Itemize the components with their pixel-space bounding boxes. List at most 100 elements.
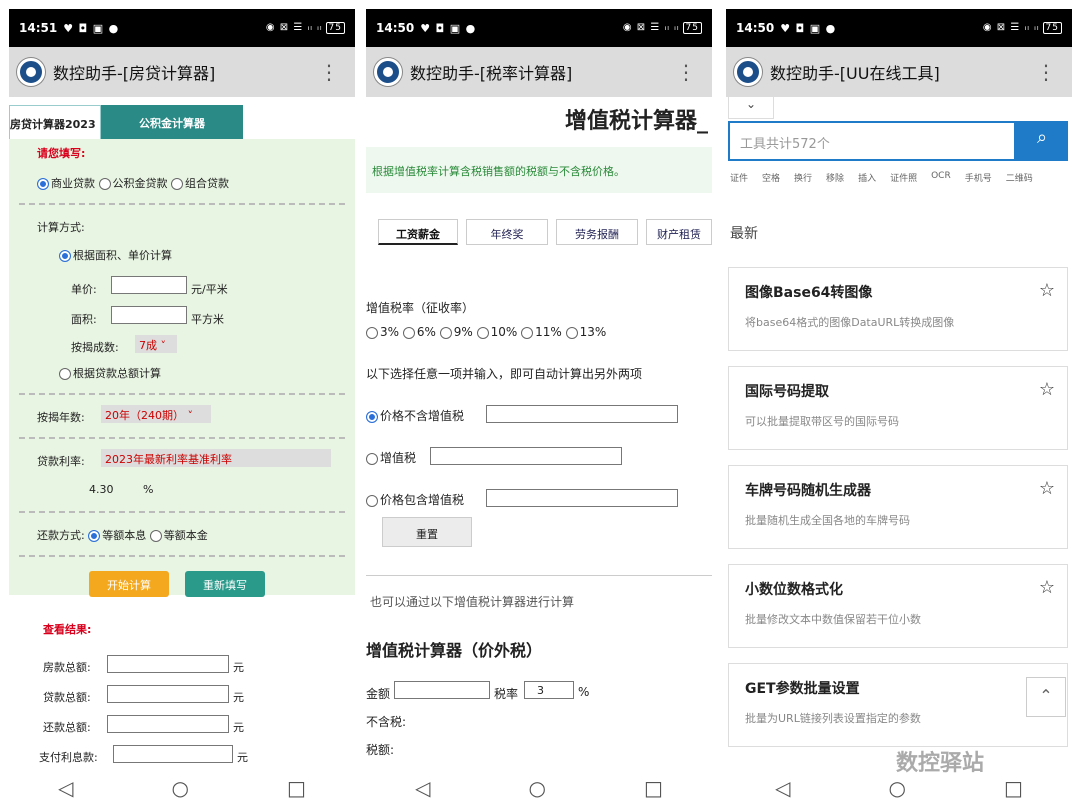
rate-option-label: 10% (490, 325, 518, 339)
tag[interactable]: 手机号 (965, 171, 992, 184)
back-to-top-icon[interactable]: ⌃ (1026, 677, 1066, 717)
radio-rate[interactable] (521, 326, 534, 339)
more-menu-icon[interactable]: ⋮ (1036, 62, 1056, 82)
card-title: 小数位数格式化 (745, 582, 843, 598)
yuan-unit: 元 (233, 661, 244, 674)
radio-combined[interactable] (171, 178, 183, 190)
section-heading: 增值税计算器（价外税） (366, 641, 543, 660)
radio-equal-principal[interactable] (149, 530, 162, 542)
loan-total-output (107, 685, 229, 703)
by-total-label: 根据贷款总额计算 (73, 367, 161, 380)
opt-price-in: 价格包含增值税 (366, 491, 464, 508)
radio-tax[interactable] (366, 452, 378, 465)
tool-card[interactable]: 图像Base64转图像 将base64格式的图像DataURL转换成图像 ☆ (728, 267, 1068, 351)
tax-input[interactable] (430, 447, 622, 465)
tab-bonus[interactable]: 年终奖 (466, 219, 548, 245)
home-icon[interactable]: ○ (889, 776, 906, 800)
search-input[interactable]: 工具共计572个 (728, 121, 1016, 161)
tab-mortgage[interactable]: 房贷计算器2023 (9, 105, 101, 139)
status-time: 14:51 (19, 21, 58, 35)
more-menu-icon[interactable]: ⋮ (676, 62, 696, 82)
status-time: 14:50 (736, 21, 775, 35)
loan-type-label: 公积金贷款 (112, 177, 168, 190)
radio-equal-installment[interactable] (88, 530, 101, 542)
radio-rate[interactable] (565, 326, 578, 339)
radio-price-in[interactable] (366, 494, 378, 507)
app-bar: 数控助手-[房贷计算器] ⋮ (9, 47, 355, 97)
radio-by-area[interactable] (59, 250, 71, 262)
recents-icon[interactable]: □ (1004, 776, 1023, 800)
tool-card[interactable]: 小数位数格式化批量修改文本中数值保留若干位小数 ☆ (728, 564, 1068, 648)
divider (366, 575, 712, 576)
tax-label: 税额: (366, 743, 395, 757)
tag[interactable]: 空格 (762, 171, 780, 184)
tab-labor[interactable]: 劳务报酬 (556, 219, 638, 245)
tag[interactable]: 移除 (826, 171, 844, 184)
years-select[interactable]: 20年（240期） ˅ (101, 405, 211, 423)
down-payment-select[interactable]: 7成 ˅ (135, 335, 177, 353)
price-in-input[interactable] (486, 489, 678, 507)
card-desc: 批量修改文本中数值保留若干位小数 (745, 613, 921, 626)
radio-by-total[interactable] (59, 368, 71, 380)
tag[interactable]: 证件照 (890, 171, 917, 184)
star-icon[interactable]: ☆ (1039, 280, 1055, 301)
loan-type-label: 组合贷款 (185, 177, 229, 190)
back-icon[interactable]: ◁ (58, 776, 73, 800)
rate2-input[interactable]: 3 (524, 681, 574, 699)
back-icon[interactable]: ◁ (775, 776, 790, 800)
divider (19, 555, 345, 557)
down-payment-value: 7成 (139, 339, 157, 352)
opt-label: 价格包含增值税 (380, 493, 465, 507)
radio-provident[interactable] (98, 178, 111, 190)
radio-rate[interactable] (439, 326, 452, 339)
tag[interactable]: 换行 (794, 171, 812, 184)
radio-rate[interactable] (476, 326, 489, 339)
recents-icon[interactable]: □ (644, 776, 663, 800)
tab-provident-fund[interactable]: 公积金计算器 (101, 105, 243, 139)
repay-option-label: 等额本息 (102, 529, 147, 542)
chevron-down-icon[interactable]: ⌄ (728, 97, 774, 119)
card-title: 车牌号码随机生成器 (745, 483, 871, 499)
amount-input[interactable] (394, 681, 490, 699)
area-input[interactable] (111, 306, 187, 324)
divider (19, 437, 345, 439)
tool-card[interactable]: 车牌号码随机生成器 批量随机生成全国各地的车牌号码 ☆ (728, 465, 1068, 549)
radio-rate[interactable] (366, 326, 378, 339)
tool-card[interactable]: 国际号码提取 可以批量提取带区号的国际号码 ☆ (728, 366, 1068, 450)
start-calc-button[interactable]: 开始计算 (89, 571, 169, 597)
home-icon[interactable]: ○ (172, 776, 189, 800)
years-value: 20年（240期） (105, 409, 184, 422)
star-icon[interactable]: ☆ (1039, 379, 1055, 400)
loan-type-label: 商业贷款 (51, 177, 95, 190)
tag[interactable]: 证件 (730, 171, 748, 184)
app-title: 数控助手-[UU在线工具] (770, 64, 940, 83)
loan-content: 房贷计算器2023 公积金计算器 请您填写: 商业贷款 公积金贷款 组合贷款 计算… (9, 97, 355, 766)
tag[interactable]: 插入 (858, 171, 876, 184)
tool-card[interactable]: GET参数批量设置 批量为URL链接列表设置指定的参数 (728, 663, 1068, 747)
rate-number[interactable]: 4.30 (89, 483, 114, 496)
yuan-unit: 元 (237, 751, 248, 764)
watermark: 数控驿站 (896, 751, 985, 776)
radio-price-ex[interactable] (366, 410, 378, 423)
unit-price-input[interactable] (111, 276, 187, 294)
search-icon[interactable]: ⌕ (1016, 121, 1068, 161)
home-icon[interactable]: ○ (529, 776, 546, 800)
opt-tax: 增值税 (366, 449, 416, 466)
radio-rate[interactable] (402, 326, 415, 339)
star-icon[interactable]: ☆ (1039, 478, 1055, 499)
tab-salary[interactable]: 工资薪金 (378, 219, 458, 245)
tab-rent[interactable]: 财产租赁 (646, 219, 712, 245)
reset-button[interactable]: 重置 (382, 517, 472, 547)
by-area-option: 根据面积、单价计算 (59, 247, 172, 263)
star-icon[interactable]: ☆ (1039, 577, 1055, 598)
more-menu-icon[interactable]: ⋮ (319, 62, 339, 82)
reset-button[interactable]: 重新填写 (185, 571, 265, 597)
back-icon[interactable]: ◁ (415, 776, 430, 800)
recents-icon[interactable]: □ (287, 776, 306, 800)
rate-select[interactable]: 2023年最新利率基准利率 (101, 449, 331, 467)
radio-commercial[interactable] (37, 178, 49, 190)
unit-price-unit: 元/平米 (191, 283, 228, 296)
tag[interactable]: 二维码 (1006, 171, 1033, 184)
price-ex-input[interactable] (486, 405, 678, 423)
tag[interactable]: OCR (931, 171, 951, 184)
